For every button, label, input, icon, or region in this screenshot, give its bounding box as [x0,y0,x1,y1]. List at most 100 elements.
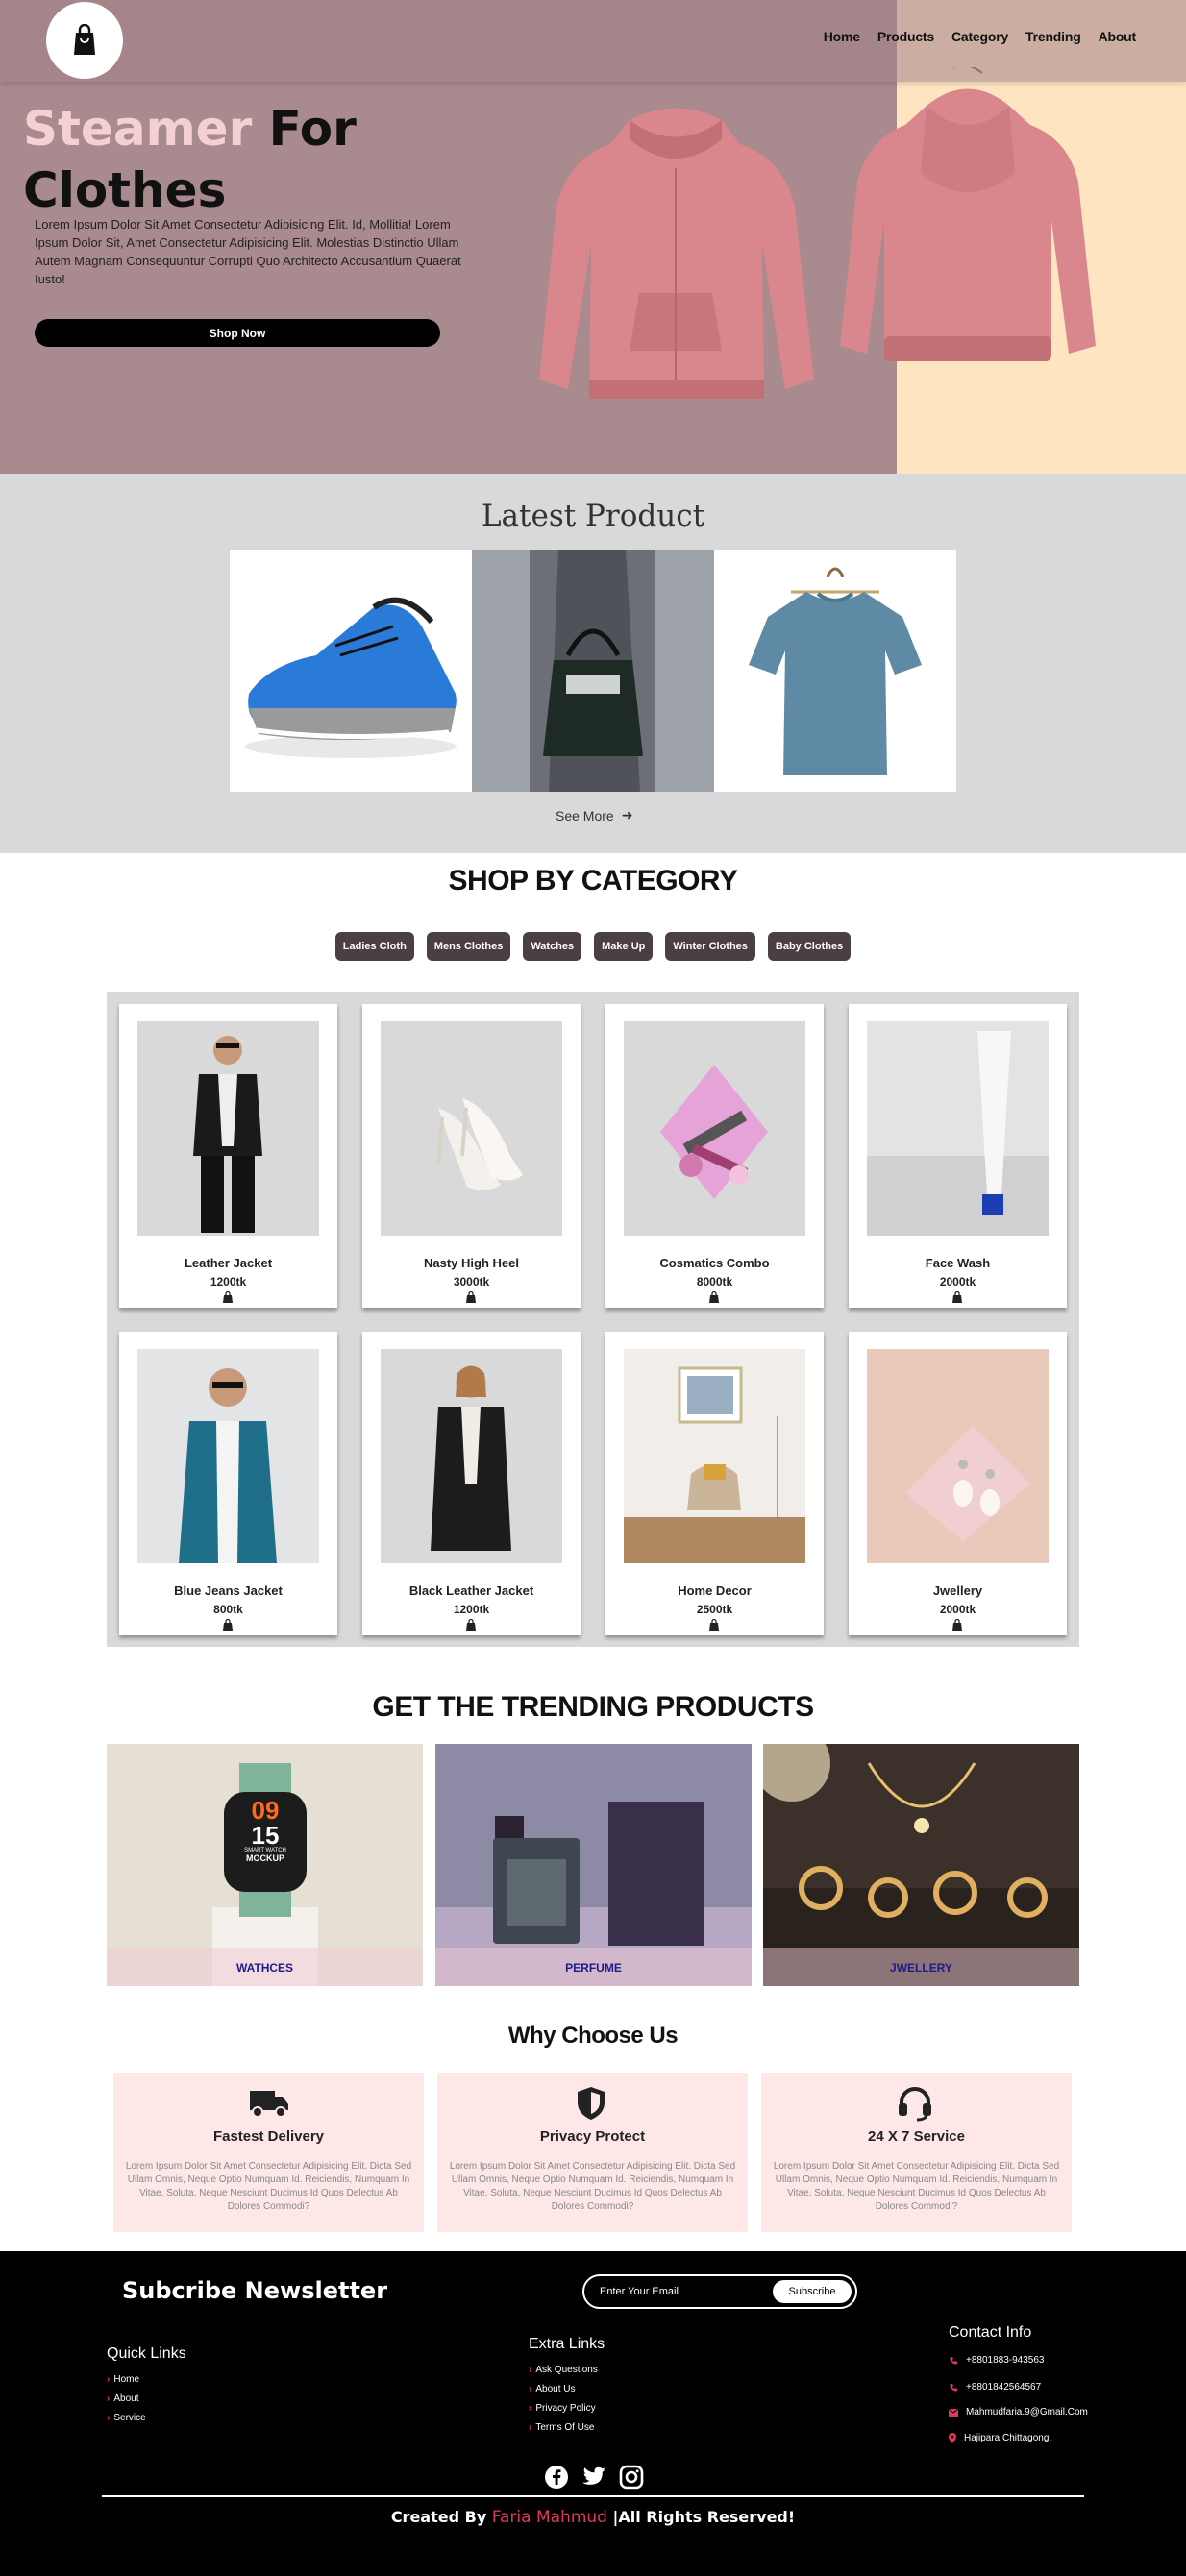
chip-baby-clothes[interactable]: Baby Clothes [767,932,852,961]
latest-handbag-image[interactable] [472,550,714,792]
shop-now-button[interactable]: Shop Now [35,319,440,347]
headset-icon [899,2087,931,2122]
footer: Subcribe Newsletter Subscribe Quick Link… [0,2251,1186,2576]
trending-perfume-card[interactable]: PERFUME [435,1744,752,1986]
twitter-icon[interactable] [581,2465,607,2490]
blue-jeans-jacket-image [137,1349,319,1563]
product-name: Leather Jacket [184,1256,273,1270]
face-wash-image [867,1021,1049,1236]
chevron-right-icon: › [107,2374,111,2385]
instagram-icon[interactable] [619,2465,644,2490]
contact-phone-1: +8801883-943563 [949,2355,1044,2366]
phone-icon [950,2356,957,2364]
chip-watches[interactable]: Watches [523,932,582,961]
trending-jewellery-card[interactable]: JWELLERY [763,1744,1079,1986]
footer-link-home[interactable]: › Home [107,2374,139,2385]
footer-divider [102,2495,1084,2497]
footer-link-about-us[interactable]: › About Us [529,2384,575,2394]
shopping-bag-icon[interactable] [465,1291,477,1303]
nav-about-link[interactable]: About [1099,29,1137,44]
footer-link-about[interactable]: › About [107,2393,138,2404]
newsletter-form: Subscribe [582,2274,857,2309]
envelope-icon [949,2408,958,2417]
footer-link-label: Service [113,2413,146,2423]
chevron-right-icon: › [529,2422,532,2433]
product-card[interactable]: Blue Jeans Jacket 800tk [119,1332,337,1635]
shopping-bag-icon[interactable] [222,1619,234,1631]
product-name: Face Wash [925,1256,991,1270]
category-chips: Ladies Cloth Mens Clothes Watches Make U… [0,932,1186,961]
why-card-service: 24 X 7 Service Lorem Ipsum Dolor Sit Ame… [761,2073,1072,2232]
chevron-right-icon: › [529,2384,532,2394]
subscribe-button[interactable]: Subscribe [773,2280,852,2303]
trending-label: WATHCES [235,1961,294,1975]
trending-watches-card[interactable]: 09 15 SMART WATCH MOCKUP WATHCES [107,1744,423,1986]
shopping-bag-icon[interactable] [222,1291,234,1303]
see-more-link[interactable]: See More ➜ [556,807,632,823]
why-card-text: Lorem Ipsum Dolor Sit Amet Consectetur A… [773,2161,1060,2212]
nav-home-link[interactable]: Home [824,29,860,44]
truck-icon [250,2091,288,2118]
why-card-title: Fastest Delivery [212,2128,325,2145]
why-card-text: Lorem Ipsum Dolor Sit Amet Consectetur A… [125,2161,412,2212]
shopping-bag-icon[interactable] [951,1291,963,1303]
chip-mens-clothes[interactable]: Mens Clothes [426,932,511,961]
chevron-right-icon: › [107,2393,111,2404]
contact-phone-2: +8801842564567 [949,2382,1041,2392]
facebook-icon[interactable] [544,2465,569,2490]
product-card[interactable]: Jwellery 2000tk [849,1332,1067,1635]
product-card[interactable]: Cosmatics Combo 8000tk [605,1004,824,1308]
shopping-bag-icon[interactable] [465,1619,477,1631]
footer-link-privacy-policy[interactable]: › Privacy Policy [529,2403,596,2414]
logo[interactable] [46,2,123,79]
hero-section: Home Products Category Trending About St… [0,0,1186,474]
watch-screen: 09 15 SMART WATCH MOCKUP [224,1798,307,1863]
email-input[interactable] [600,2284,763,2299]
shopping-bag-icon[interactable] [708,1619,720,1631]
product-card[interactable]: Nasty High Heel 3000tk [362,1004,581,1308]
product-card[interactable]: Home Decor 2500tk [605,1332,824,1635]
chip-winter-clothes[interactable]: Winter Clothes [665,932,755,961]
category-title: SHOP BY CATEGORY [448,865,738,896]
product-name: Nasty High Heel [424,1256,519,1270]
quick-links-title: Quick Links [107,2345,186,2362]
footer-link-label: Terms Of Use [535,2422,595,2433]
product-card[interactable]: Face Wash 2000tk [849,1004,1067,1308]
product-card[interactable]: Leather Jacket 1200tk [119,1004,337,1308]
footer-link-label: Home [113,2374,140,2385]
chip-make-up[interactable]: Make Up [594,932,654,961]
trending-title: GET THE TRENDING PRODUCTS [372,1691,814,1723]
chip-ladies-cloth[interactable]: Ladies Cloth [334,932,414,961]
contact-text: +8801883-943563 [966,2355,1045,2366]
contact-title: Contact Info [949,2324,1032,2341]
product-price: 2000tk [939,1603,976,1616]
footer-credit: Created By Faria Mahmud |All Rights Rese… [0,2508,1186,2527]
nav-category-link[interactable]: Category [951,29,1008,44]
nav-trending-link[interactable]: Trending [1025,29,1081,44]
shopping-bag-icon[interactable] [708,1291,720,1303]
credit-suffix: |All Rights Reserved! [606,2508,796,2526]
footer-link-ask-questions[interactable]: › Ask Questions [529,2365,598,2375]
latest-sneaker-image[interactable] [230,550,472,792]
latest-tshirt-image[interactable] [714,550,956,792]
product-price: 2500tk [696,1603,733,1616]
product-card[interactable]: Black Leather Jacket 1200tk [362,1332,581,1635]
footer-link-label: About [113,2393,139,2404]
product-price: 8000tk [696,1275,733,1288]
contact-address: Hajipara Chittagong. [949,2433,1051,2443]
product-name: Cosmatics Combo [659,1256,770,1270]
nav-products-link[interactable]: Products [877,29,934,44]
newsletter-title: Subcribe Newsletter [122,2277,388,2304]
shopping-bag-icon[interactable] [951,1619,963,1631]
watch-minute: 15 [251,1821,280,1850]
footer-link-service[interactable]: › Service [107,2413,146,2423]
product-name: Home Decor [678,1583,752,1598]
footer-link-terms[interactable]: › Terms Of Use [529,2422,594,2433]
watch-mockup-label: MOCKUP [246,1853,284,1863]
product-name: Blue Jeans Jacket [174,1583,283,1598]
why-card-text: Lorem Ipsum Dolor Sit Amet Consectetur A… [449,2161,736,2212]
product-price: 3000tk [453,1275,490,1288]
why-card-title: 24 X 7 Service [868,2128,965,2145]
hoodie-back-image [840,67,1096,361]
arrow-right-icon: ➜ [621,807,633,822]
